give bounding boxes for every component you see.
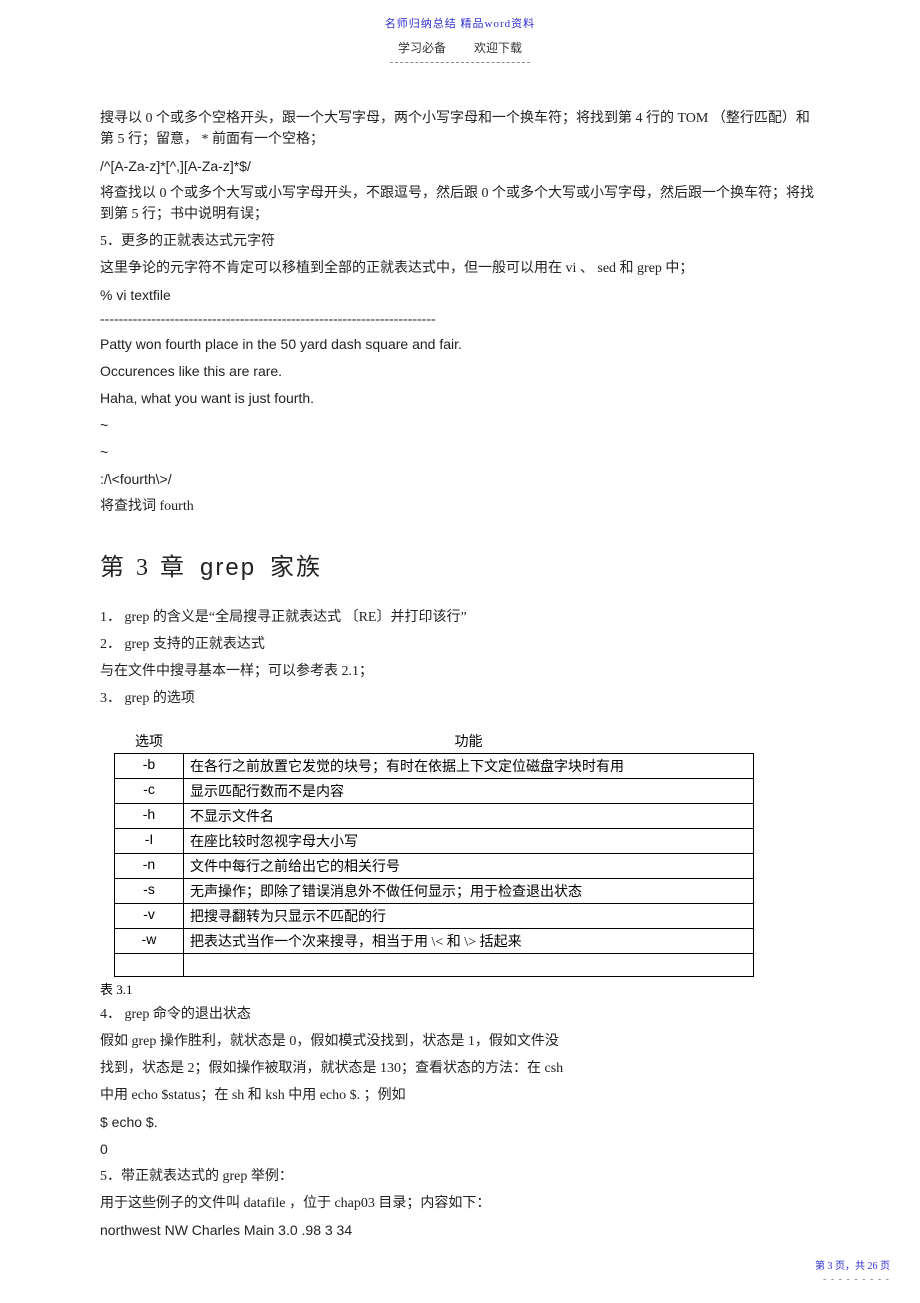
- table-row: -I 在座比较时忽视字母大小写: [115, 829, 754, 854]
- textfile-line-2: Occurences like this are rare.: [100, 361, 820, 382]
- top-sub-left: 学习必备: [398, 41, 446, 55]
- table-row: -w 把表达式当作一个次来搜寻，相当于用 \< 和 \> 括起来: [115, 929, 754, 954]
- footer-page-number: 第 3 页，共 26 页: [815, 1257, 890, 1272]
- grep-example-heading: 5．带正就表达式的 grep 举例：: [100, 1166, 820, 1187]
- option-cell: -n: [115, 854, 184, 879]
- textfile-line-3: Haha, what you want is just fourth.: [100, 388, 820, 409]
- textfile-line-1: Patty won fourth place in the 50 yard da…: [100, 334, 820, 355]
- grep-point-2b: 与在文件中搜寻基本一样；可以参考表 2.1；: [100, 661, 820, 682]
- para-search-desc-2: 将查找以 0 个或多个大写或小写字母开头，不跟逗号，然后跟 0 个或多个大写或小…: [100, 183, 820, 225]
- table-row-empty: [115, 954, 754, 977]
- footer-dash: - - - - - - - - -: [815, 1274, 890, 1285]
- table-header-function: 功能: [184, 729, 754, 754]
- para-more-meta: 5．更多的正就表达式元字符: [100, 231, 820, 252]
- exit-status-heading: 4． grep 命令的退出状态: [100, 1004, 820, 1025]
- option-cell: -b: [115, 754, 184, 779]
- function-cell: 无声操作；即除了错误消息外不做任何显示；用于检查退出状态: [184, 879, 754, 904]
- function-cell: 在座比较时忽视字母大小写: [184, 829, 754, 854]
- chapter-title: grep: [200, 554, 256, 581]
- para-meta-desc: 这里争论的元字符不肯定可以移植到全部的正就表达式中，但一般可以用在 vi 、 s…: [100, 258, 820, 279]
- function-cell: 把表达式当作一个次来搜寻，相当于用 \< 和 \> 括起来: [184, 929, 754, 954]
- vi-search-desc: 将查找词 fourth: [100, 496, 820, 517]
- table-row: -s 无声操作；即除了错误消息外不做任何显示；用于检查退出状态: [115, 879, 754, 904]
- chapter-zhang: 章: [160, 555, 186, 581]
- option-cell: -h: [115, 804, 184, 829]
- tilde-2: ~: [100, 442, 820, 463]
- table-row: -b 在各行之前放置它发觉的块号；有时在依据上下文定位磁盘字块时有用: [115, 754, 754, 779]
- table-row: -n 文件中每行之前给出它的相关行号: [115, 854, 754, 879]
- chapter-heading: 第3章 grep 家族: [100, 547, 820, 582]
- function-cell: 不显示文件名: [184, 804, 754, 829]
- function-cell: 把搜寻翻转为只显示不匹配的行: [184, 904, 754, 929]
- table-row: -c 显示匹配行数而不是内容: [115, 779, 754, 804]
- top-meta: 名师归纳总结 精品word资料: [100, 15, 820, 31]
- function-cell: 显示匹配行数而不是内容: [184, 779, 754, 804]
- page: { "header": { "meta": "名师归纳总结 精品word资料",…: [0, 0, 920, 1303]
- option-cell: -c: [115, 779, 184, 804]
- grep-example-desc: 用于这些例子的文件叫 datafile ，位于 chap03 目录；内容如下：: [100, 1193, 820, 1214]
- option-cell: -v: [115, 904, 184, 929]
- function-cell: 文件中每行之前给出它的相关行号: [184, 854, 754, 879]
- table-label: 表 3.1: [100, 979, 820, 998]
- echo-output: 0: [100, 1139, 820, 1160]
- datafile-line: northwest NW Charles Main 3.0 .98 3 34: [100, 1220, 820, 1241]
- grep-point-2: 2． grep 支持的正就表达式: [100, 634, 820, 655]
- echo-command: $ echo $.: [100, 1112, 820, 1133]
- option-cell-empty: [115, 954, 184, 977]
- vi-command: % vi textfile: [100, 285, 820, 306]
- table-header-row: 选项 功能: [115, 729, 754, 754]
- top-dashed-line: [390, 62, 530, 63]
- para-search-desc-1: 搜寻以 0 个或多个空格开头，跟一个大写字母，两个小写字母和一个换车符；将找到第…: [100, 108, 820, 150]
- option-cell: -w: [115, 929, 184, 954]
- table-row: -h 不显示文件名: [115, 804, 754, 829]
- regex-line: /^[A-Za-z]*[^,][A-Za-z]*$/: [100, 156, 820, 177]
- exit-status-line-3: 中用 echo $status；在 sh 和 ksh 中用 echo $. ；例…: [100, 1085, 820, 1106]
- function-cell-empty: [184, 954, 754, 977]
- separator-line: ----------------------------------------…: [100, 312, 820, 328]
- function-cell: 在各行之前放置它发觉的块号；有时在依据上下文定位磁盘字块时有用: [184, 754, 754, 779]
- grep-options-table: 选项 功能 -b 在各行之前放置它发觉的块号；有时在依据上下文定位磁盘字块时有用…: [114, 729, 754, 977]
- tilde-1: ~: [100, 415, 820, 436]
- vi-search-cmd: :/\<fourth\>/: [100, 469, 820, 490]
- table-row: -v 把搜寻翻转为只显示不匹配的行: [115, 904, 754, 929]
- grep-point-3: 3． grep 的选项: [100, 688, 820, 709]
- table-header-option: 选项: [115, 729, 184, 754]
- option-cell: -I: [115, 829, 184, 854]
- exit-status-line-2: 找到，状态是 2；假如操作被取消，就状态是 130；查看状态的方法：在 csh: [100, 1058, 820, 1079]
- page-footer: 第 3 页，共 26 页 - - - - - - - - -: [815, 1257, 890, 1285]
- grep-point-1: 1． grep 的含义是“全局搜寻正就表达式 〔RE〕并打印该行”: [100, 607, 820, 628]
- exit-status-line-1: 假如 grep 操作胜利，就状态是 0，假如模式没找到，状态是 1，假如文件没: [100, 1031, 820, 1052]
- top-sub-right: 欢迎下载: [474, 41, 522, 55]
- top-subtitle: 学习必备 欢迎下载: [100, 39, 820, 56]
- chapter-prefix: 第: [100, 555, 126, 581]
- chapter-suffix: 家族: [270, 555, 322, 581]
- chapter-number: 3: [136, 555, 150, 581]
- option-cell: -s: [115, 879, 184, 904]
